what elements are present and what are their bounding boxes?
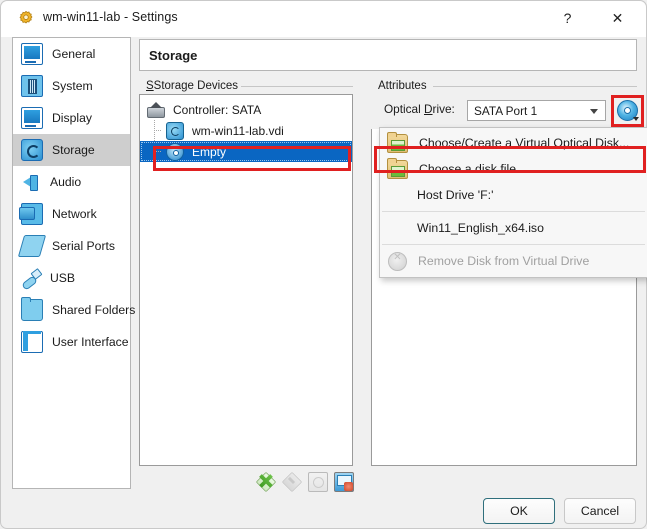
menu-item-label: Host Drive 'F:' (417, 188, 493, 202)
sidebar-item-label: Storage (52, 143, 95, 157)
sidebar-item-label: System (52, 79, 93, 93)
page-header: Storage (139, 39, 637, 71)
sidebar-item-label: Display (52, 111, 92, 125)
sidebar-item-system[interactable]: System (13, 70, 130, 102)
add-controller-icon[interactable] (256, 472, 276, 492)
storage-devices-group-label-text: Storage Devices (154, 80, 238, 92)
menu-item-label: Remove Disk from Virtual Drive (418, 254, 589, 268)
sidebar-item-serial-ports[interactable]: Serial Ports (13, 230, 130, 262)
tree-guide-branch (154, 130, 162, 131)
menu-item-label: Choose a disk file... (419, 162, 526, 176)
optical-drive-value: SATA Port 1 (474, 104, 537, 118)
sidebar-item-label: Audio (50, 175, 81, 189)
window-frame: wm-win11-lab - Settings ? ✕ General Syst… (0, 0, 647, 529)
folder-open-icon (387, 160, 408, 179)
sidebar-item-general[interactable]: General (13, 38, 130, 70)
tree-item-empty-optical[interactable]: Empty (140, 141, 352, 162)
sidebar-item-display[interactable]: Display (13, 102, 130, 134)
remove-controller-icon (282, 472, 302, 492)
virtualbox-settings-window: wm-win11-lab - Settings ? ✕ General Syst… (0, 0, 647, 529)
monitor-icon (21, 43, 43, 65)
attributes-group-label: Attributes (375, 80, 430, 92)
menu-item-host-drive-f[interactable]: Host Drive 'F:' (380, 182, 647, 208)
close-button[interactable]: ✕ (595, 1, 640, 35)
menu-icon-placeholder (387, 187, 406, 204)
optical-drive-label: Optical Drive: (384, 102, 455, 116)
chevron-down-icon (590, 109, 598, 114)
menu-item-choose-create-virtual-optical-disk[interactable]: Choose/Create a Virtual Optical Disk... (380, 130, 647, 156)
sidebar-item-storage[interactable]: Storage (13, 134, 130, 166)
tree-item-label: wm-win11-lab.vdi (192, 124, 284, 138)
add-attachment-icon (308, 472, 328, 492)
storage-tree-toolbar (256, 471, 354, 493)
menu-item-choose-a-disk-file[interactable]: Choose a disk file... (380, 156, 647, 182)
optical-disc-icon (166, 143, 184, 161)
settings-cog-icon (17, 10, 35, 28)
menu-separator (382, 244, 645, 245)
tree-item-label: Controller: SATA (173, 103, 261, 117)
sidebar-item-label: User Interface (52, 335, 129, 349)
chevron-down-icon (633, 117, 639, 121)
sidebar-item-label: Network (52, 207, 97, 221)
menu-item-label: Choose/Create a Virtual Optical Disk... (419, 136, 629, 150)
tree-guide-branch (154, 151, 162, 152)
sidebar-item-audio[interactable]: Audio (13, 166, 130, 198)
attributes-group-rule (433, 86, 637, 87)
folder-open-icon (387, 134, 408, 153)
folder-icon (21, 299, 43, 321)
ok-button[interactable]: OK (483, 498, 555, 524)
optical-drive-dropdown-menu: Choose/Create a Virtual Optical Disk... … (379, 127, 647, 278)
sidebar-item-shared-folders[interactable]: Shared Folders (13, 294, 130, 326)
title-bar: wm-win11-lab - Settings ? ✕ (1, 1, 646, 37)
page-title: Storage (149, 48, 197, 63)
usb-icon (21, 268, 41, 288)
tree-item-hard-disk[interactable]: wm-win11-lab.vdi (140, 120, 352, 141)
cancel-button[interactable]: Cancel (564, 498, 636, 524)
tree-item-label: Empty (192, 145, 226, 159)
sidebar-item-user-interface[interactable]: User Interface (13, 326, 130, 358)
storage-devices-group-label: SStorage Devices (143, 80, 241, 92)
chip-icon (21, 75, 43, 97)
hard-disk-icon (166, 122, 184, 140)
menu-icon-placeholder (387, 220, 406, 237)
display-icon (21, 107, 43, 129)
network-icon (21, 203, 43, 225)
window-title: wm-win11-lab - Settings (43, 10, 178, 24)
serial-port-icon (18, 235, 46, 257)
sidebar-item-label: USB (50, 271, 75, 285)
remove-attachment-icon[interactable] (334, 472, 354, 492)
settings-category-sidebar: General System Display Storage Audio Net… (12, 37, 131, 489)
speaker-icon (21, 172, 41, 192)
menu-item-win11-iso[interactable]: Win11_English_x64.iso (380, 215, 647, 241)
tree-item-controller-sata[interactable]: Controller: SATA (140, 99, 352, 120)
user-interface-icon (21, 331, 43, 353)
hard-disk-icon (21, 139, 43, 161)
menu-item-remove-disk-from-virtual-drive: Remove Disk from Virtual Drive (380, 248, 647, 274)
sata-controller-icon (147, 107, 165, 118)
menu-separator (382, 211, 645, 212)
sidebar-item-label: General (52, 47, 95, 61)
storage-devices-tree[interactable]: Controller: SATA wm-win11-lab.vdi Empty (139, 94, 353, 466)
optical-drive-select[interactable]: SATA Port 1 (467, 100, 606, 121)
sidebar-item-label: Shared Folders (52, 303, 135, 317)
choose-disk-image-button[interactable] (615, 98, 640, 123)
sidebar-item-network[interactable]: Network (13, 198, 130, 230)
help-button[interactable]: ? (545, 1, 590, 35)
sidebar-item-usb[interactable]: USB (13, 262, 130, 294)
remove-disk-icon (388, 252, 407, 271)
menu-item-label: Win11_English_x64.iso (417, 221, 544, 235)
sidebar-item-label: Serial Ports (52, 239, 115, 253)
